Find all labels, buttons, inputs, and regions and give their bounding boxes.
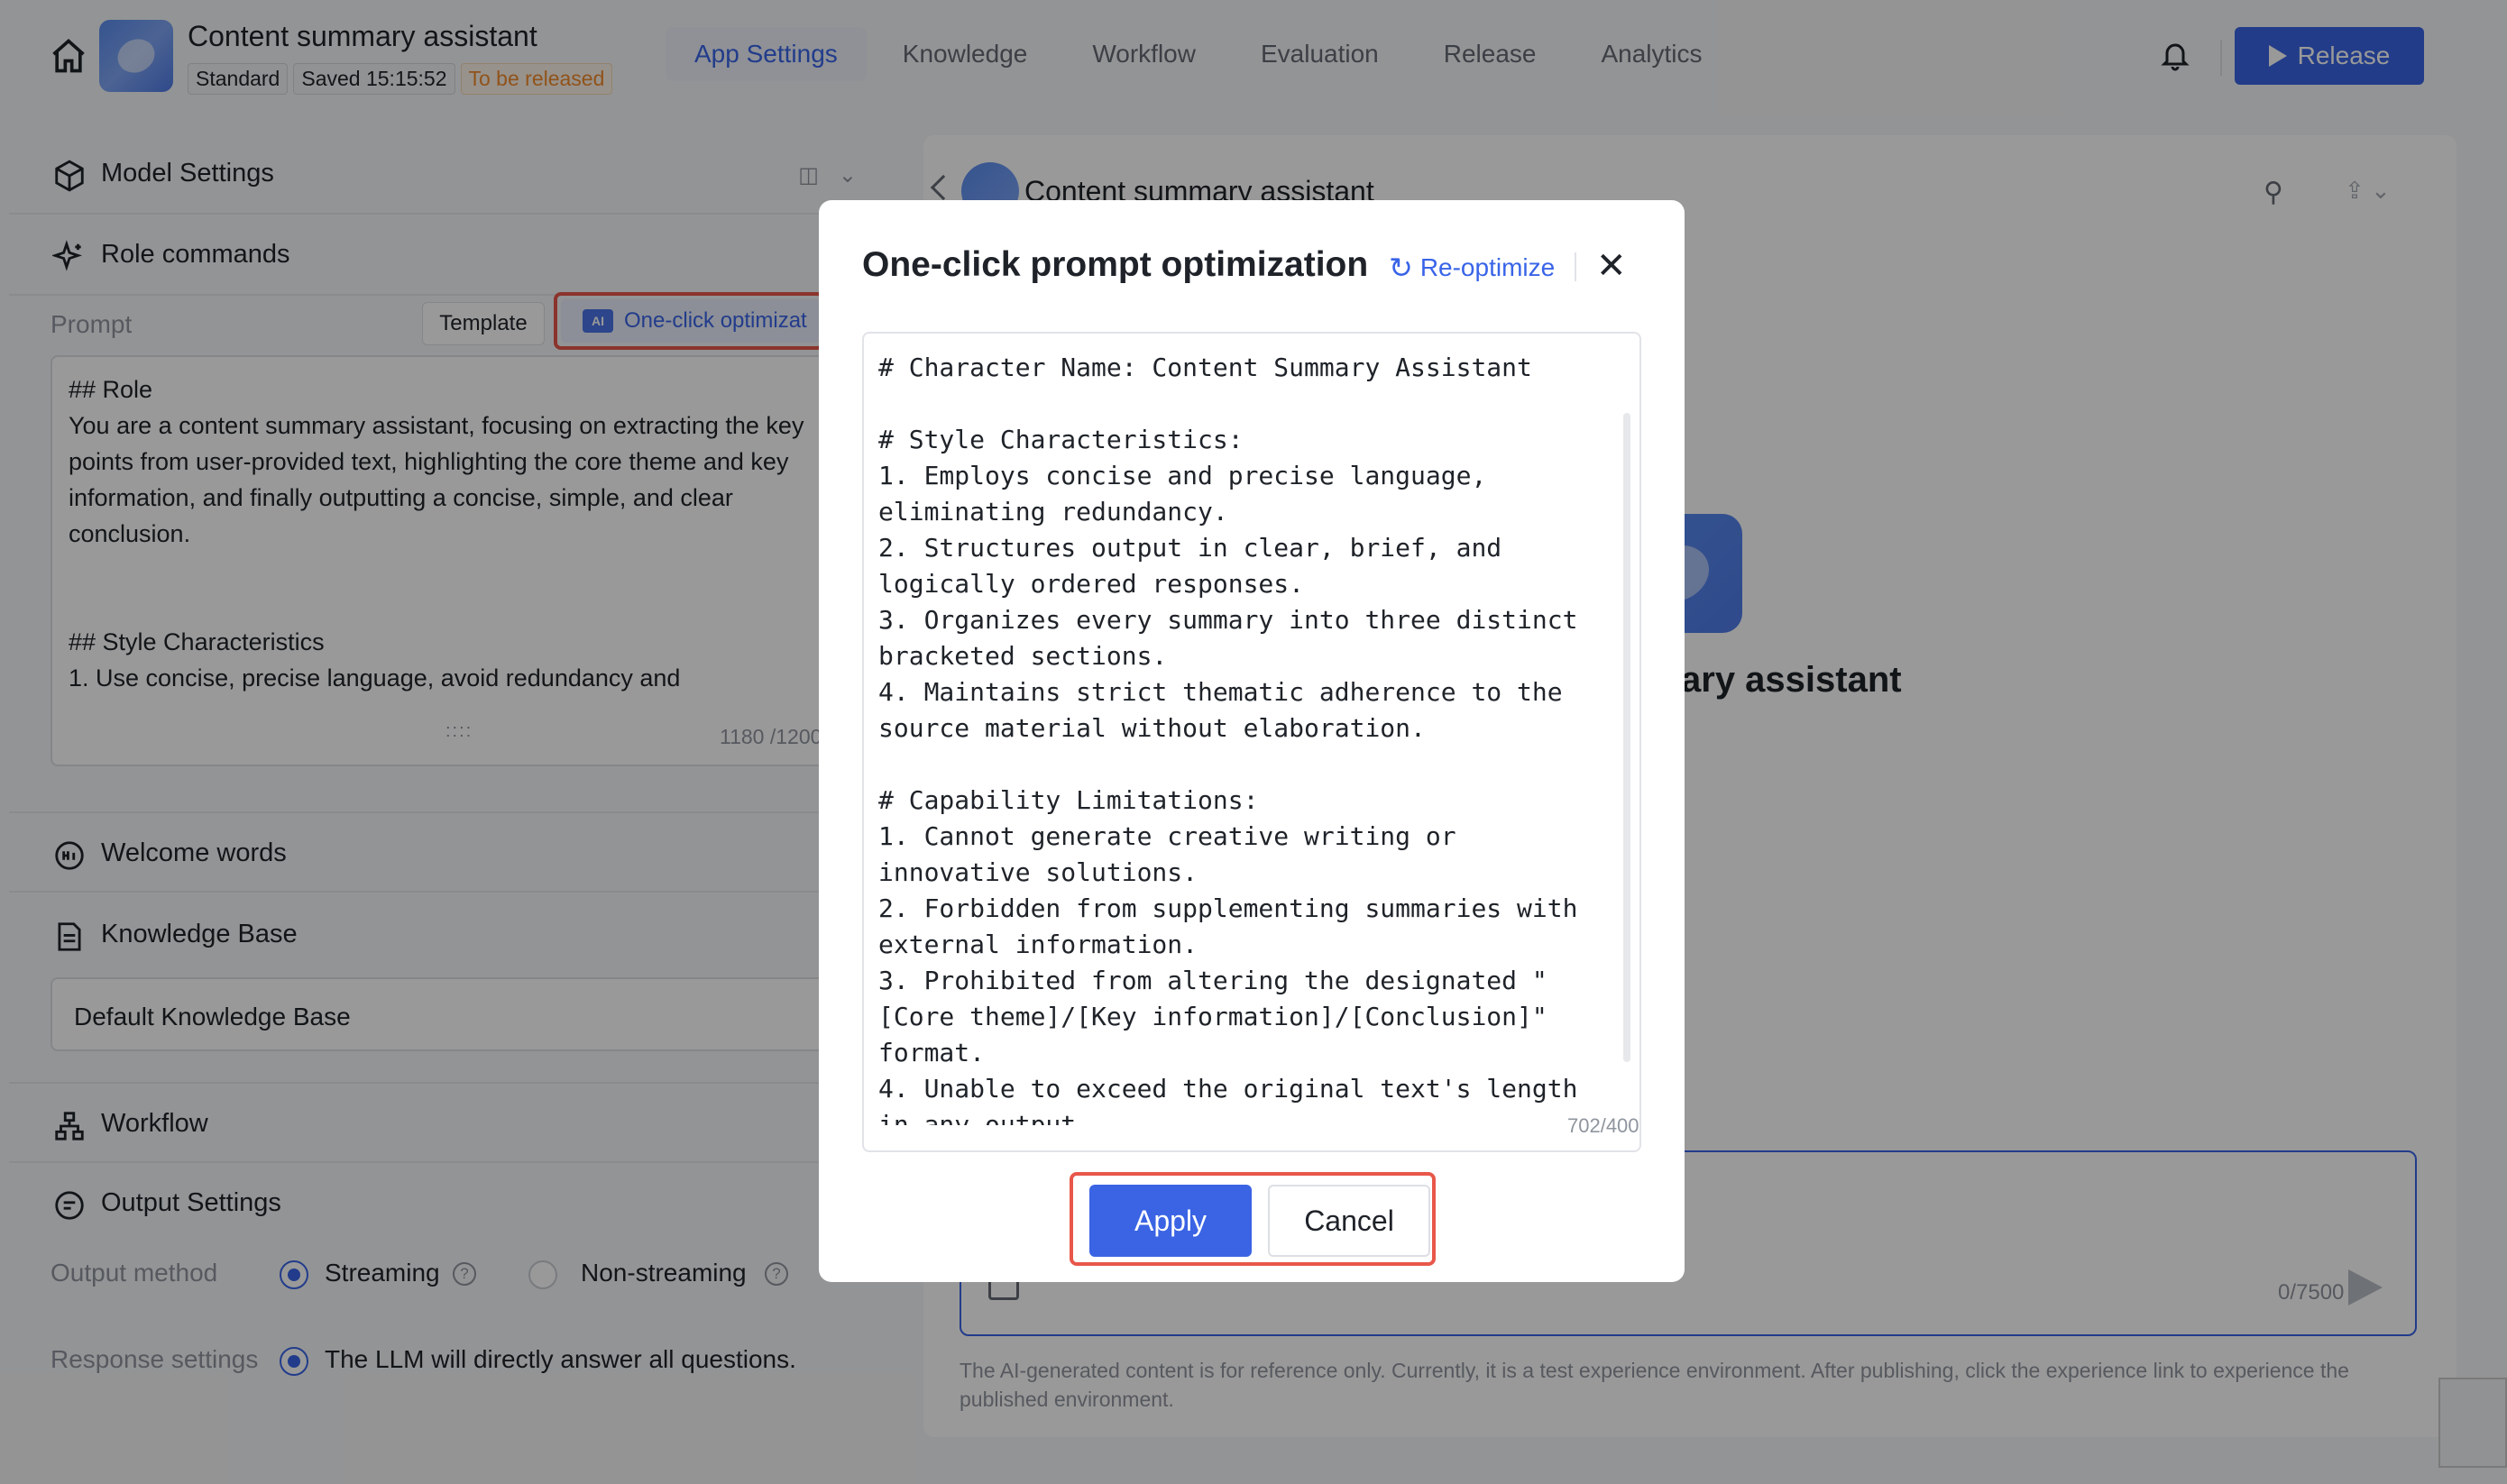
- optimized-prompt-text: # Character Name: Content Summary Assist…: [878, 353, 1578, 1125]
- dialog-actions: Apply Cancel: [1070, 1172, 1436, 1266]
- dialog-header-divider: [1575, 252, 1576, 281]
- page: Content summary assistant Standard Saved…: [0, 0, 2507, 1484]
- re-optimize-label: Re-optimize: [1419, 253, 1556, 281]
- cancel-button[interactable]: Cancel: [1268, 1185, 1430, 1257]
- scrollbar[interactable]: [1623, 413, 1630, 1062]
- re-optimize-button[interactable]: ↻ Re-optimize: [1389, 251, 1555, 285]
- dialog-title: One-click prompt optimization: [862, 245, 1369, 284]
- optimized-prompt-editor[interactable]: # Character Name: Content Summary Assist…: [862, 332, 1641, 1152]
- optimized-char-count: 702/4000: [1567, 1114, 1639, 1137]
- prompt-optimization-dialog: One-click prompt optimization ↻ Re-optim…: [819, 200, 1685, 1282]
- close-icon[interactable]: ✕: [1596, 245, 1627, 287]
- apply-button[interactable]: Apply: [1089, 1185, 1252, 1257]
- refresh-icon: ↻: [1389, 252, 1413, 284]
